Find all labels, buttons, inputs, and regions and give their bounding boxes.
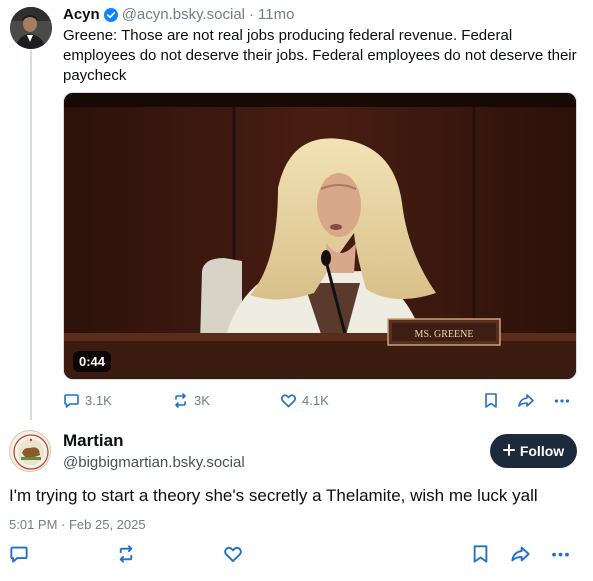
follow-button-label: Follow [519,443,565,459]
plus-icon [502,443,515,459]
repost-icon [116,545,136,568]
avatar[interactable] [10,7,52,49]
bookmark-icon [472,545,489,568]
video-duration: 0:44 [73,351,112,372]
bookmark-button[interactable] [472,544,489,566]
reply-timestamp[interactable]: 5:01 PM · Feb 25, 2025 [9,516,146,534]
repost-button[interactable]: 3K [172,391,210,409]
bookmark-button[interactable] [484,391,498,409]
reply-author-handle[interactable]: @bigbigmartian.bsky.social [63,453,245,473]
post-header: Acyn @acyn.bsky.social · 11mo [63,5,583,25]
reply-icon [63,392,80,409]
verified-badge-icon [103,8,118,22]
repost-button[interactable] [116,544,136,566]
more-icon [554,392,570,409]
reply-button[interactable] [9,544,29,566]
like-icon [223,546,243,568]
post-text: Greene: Those are not real jobs producin… [63,27,577,84]
share-icon [517,392,535,409]
reply-icon [9,546,29,568]
repost-count: 3K [194,392,210,408]
like-button[interactable]: 4.1K [280,391,329,409]
share-button[interactable] [517,391,535,409]
like-button[interactable] [223,544,243,566]
video-frame: MS. GREENE [64,93,576,379]
author-name[interactable]: Acyn [63,5,100,25]
nameplate-text: MS. GREENE [415,329,474,340]
thread-connector-line [30,50,32,420]
more-button[interactable] [551,544,570,566]
reply-author-name[interactable]: Martian [63,431,123,451]
author-handle[interactable]: @acyn.bsky.social [122,5,245,25]
bookmark-icon [484,392,498,409]
reply-count: 3.1K [85,392,112,408]
reply-text: I'm trying to start a theory she's secre… [9,486,538,505]
like-icon [280,392,297,409]
more-icon [551,551,570,568]
reply-button[interactable]: 3.1K [63,391,112,409]
share-icon [510,546,531,568]
repost-icon [172,392,189,409]
follow-button[interactable]: Follow [490,434,577,468]
share-button[interactable] [510,544,531,566]
parent-post: Acyn @acyn.bsky.social · 11mo Greene: Th… [63,5,583,86]
avatar[interactable] [9,430,51,472]
more-button[interactable] [554,391,570,409]
video-player[interactable]: MS. GREENE 0:44 [63,92,577,380]
post-age[interactable]: 11mo [258,5,294,25]
header-separator: · [249,6,255,23]
like-count: 4.1K [302,392,329,408]
